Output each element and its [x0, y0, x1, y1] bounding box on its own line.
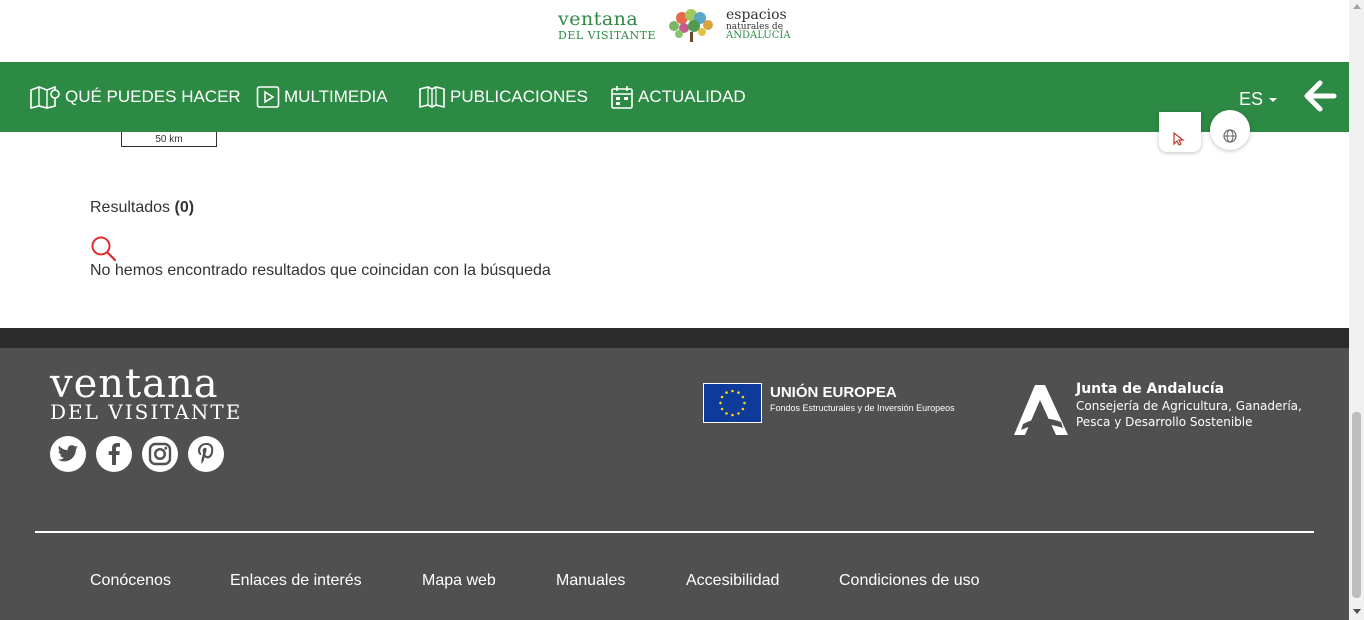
junta-andalucia-logo-icon: [1014, 385, 1068, 435]
facebook-link[interactable]: [96, 436, 132, 472]
footer-link-mapa-web[interactable]: Mapa web: [422, 572, 496, 590]
language-label: ES: [1239, 88, 1264, 109]
main-nav: QUÉ PUEDES HACER MULTIMEDIA PUBLICACIONE…: [0, 62, 1349, 132]
scroll-up-arrow-icon[interactable]: [1353, 4, 1361, 9]
footer-logo-main: ventana: [50, 361, 219, 407]
arrow-left-icon[interactable]: [1303, 79, 1337, 113]
calendar-icon: [611, 86, 633, 109]
pinterest-icon: [198, 443, 214, 464]
results-count: (0): [174, 199, 195, 216]
results-label: Resultados: [90, 199, 171, 216]
eu-subtitle: Fondos Estructurales y de Inversión Euro…: [770, 403, 955, 413]
page-scrollbar[interactable]: [1349, 0, 1364, 620]
ja-line-1: Consejería de Agricultura, Ganadería,: [1076, 399, 1302, 413]
cursor-icon: [1173, 132, 1185, 146]
top-logo-bar: ventana DEL VISITANTE espacios naturales…: [0, 0, 1349, 62]
caret-down-icon: [1269, 98, 1278, 102]
eu-title: UNIÓN EUROPEA: [770, 384, 897, 401]
nav-item-actualidad[interactable]: ACTUALIDAD: [610, 62, 746, 132]
partner-logo: espacios naturales de ANDALUCÍA: [726, 7, 791, 42]
footer-link-manuales[interactable]: Manuales: [556, 572, 625, 590]
eu-flag-icon: [703, 383, 762, 423]
instagram-link[interactable]: [142, 436, 178, 472]
ja-title: Junta de Andalucía: [1076, 381, 1225, 397]
map-select-button[interactable]: [1159, 112, 1201, 152]
logo-main-text: ventana: [558, 7, 639, 30]
facebook-icon: [108, 443, 120, 465]
tree-logo-icon: [669, 9, 713, 42]
nav-label: ACTUALIDAD: [638, 87, 746, 106]
partner-line-1: espacios: [726, 7, 787, 24]
nav-label: PUBLICACIONES: [450, 87, 588, 106]
results-heading: Resultados (0): [90, 199, 194, 217]
ja-line-2: Pesca y Desarrollo Sostenible: [1076, 415, 1253, 429]
nav-label: QUÉ PUEDES HACER: [65, 87, 241, 106]
partner-line-3: ANDALUCÍA: [726, 30, 791, 42]
map-layers-button[interactable]: [1210, 110, 1250, 150]
footer-divider: [35, 531, 1314, 533]
footer-top-strip: [0, 328, 1349, 348]
nav-item-publicaciones[interactable]: PUBLICACIONES: [418, 62, 588, 132]
no-results-message: No hemos encontrado resultados que coinc…: [90, 262, 551, 279]
scroll-down-arrow-icon[interactable]: [1353, 609, 1361, 614]
footer-link-enlaces[interactable]: Enlaces de interés: [230, 572, 362, 590]
map-scale-bar: 50 km: [121, 132, 217, 147]
book-icon: [419, 86, 445, 109]
pinterest-link[interactable]: [188, 436, 224, 472]
twitter-link[interactable]: [50, 436, 86, 472]
ventana-logo-text: ventana DEL VISITANTE: [558, 7, 656, 42]
twitter-icon: [57, 445, 79, 462]
eu-funding-text: UNIÓN EUROPEA Fondos Estructurales y de …: [770, 384, 955, 413]
scrollbar-thumb[interactable]: [1352, 412, 1361, 598]
nav-item-multimedia[interactable]: MULTIMEDIA: [256, 62, 388, 132]
instagram-icon: [148, 442, 172, 466]
footer-link-accesibilidad[interactable]: Accesibilidad: [686, 572, 779, 590]
footer-logo-sub: DEL VISITANTE: [50, 400, 243, 424]
junta-andalucia-text: Junta de Andalucía Consejería de Agricul…: [1076, 381, 1302, 429]
play-icon: [256, 86, 280, 108]
nav-item-que-puedes-hacer[interactable]: QUÉ PUEDES HACER: [30, 62, 241, 132]
search-icon: [91, 236, 117, 262]
globe-icon: [1223, 129, 1237, 143]
footer-logo[interactable]: ventana DEL VISITANTE: [50, 364, 242, 422]
footer-link-condiciones[interactable]: Condiciones de uso: [839, 572, 980, 590]
footer-link-conocenos[interactable]: Conócenos: [90, 572, 171, 590]
logo-sub-text: DEL VISITANTE: [558, 28, 656, 42]
footer: ventana DEL VISITANTE UNIÓN EUROPEA Fond…: [0, 348, 1349, 620]
site-logo[interactable]: ventana DEL VISITANTE espacios naturales…: [558, 8, 791, 42]
map-icon: [30, 85, 60, 109]
nav-label: MULTIMEDIA: [284, 87, 388, 106]
